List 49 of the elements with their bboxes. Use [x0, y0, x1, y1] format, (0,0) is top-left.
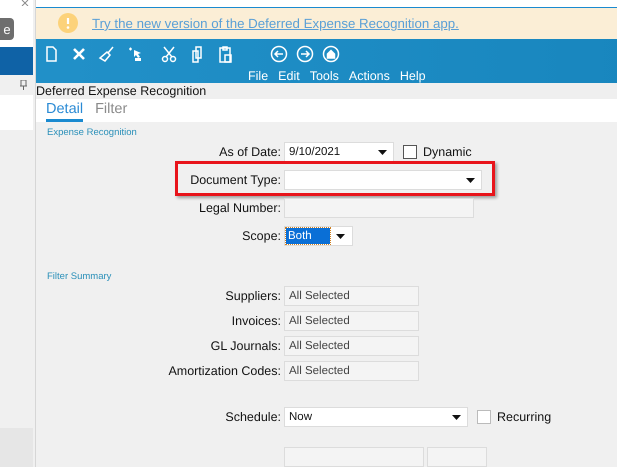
- readonly-field[interactable]: [284, 198, 474, 218]
- cut-icon[interactable]: [160, 44, 178, 63]
- readonly-field[interactable]: All Selected: [284, 311, 419, 332]
- close-icon[interactable]: [21, 0, 29, 6]
- menu-item[interactable]: Edit: [278, 68, 300, 83]
- scope-dropdown[interactable]: Both: [284, 226, 353, 246]
- field-label: Schedule:: [224, 410, 281, 424]
- field-label: Scope:: [241, 229, 281, 244]
- menu-item[interactable]: Tools: [310, 68, 339, 83]
- broom-icon[interactable]: [98, 44, 116, 63]
- field-label: Amortization Codes:: [167, 364, 281, 378]
- checkbox-label: Dynamic: [423, 145, 472, 160]
- menu-item[interactable]: File: [248, 68, 268, 83]
- home-icon[interactable]: [322, 44, 340, 63]
- caret-icon: [336, 234, 345, 239]
- caret-icon: [466, 178, 475, 183]
- time-zone-field[interactable]: [427, 447, 487, 467]
- time-field[interactable]: [284, 447, 424, 467]
- warning-icon: [58, 13, 78, 34]
- checkbox[interactable]: [403, 145, 417, 160]
- caret-icon: [452, 414, 461, 420]
- field-label: Document Type:: [189, 173, 281, 188]
- field-label: Legal Number:: [198, 201, 281, 216]
- forward-icon[interactable]: [296, 44, 314, 63]
- section-title: Expense Recognition: [46, 127, 138, 138]
- sparkle-arrow-icon[interactable]: [126, 44, 144, 63]
- field-label: Invoices:: [230, 314, 281, 328]
- section-title: Filter Summary: [46, 271, 112, 282]
- side-button[interactable]: e: [0, 18, 14, 40]
- readonly-field[interactable]: All Selected: [284, 336, 419, 356]
- caret-icon: [378, 150, 387, 155]
- menu-item[interactable]: Help: [400, 68, 426, 83]
- menu-item[interactable]: Actions: [348, 68, 390, 83]
- field-label: GL Journals:: [210, 339, 281, 354]
- readonly-field[interactable]: All Selected: [284, 286, 419, 306]
- tab[interactable]: Filter: [95, 101, 128, 122]
- new-version-link[interactable]: Try the new version of the Deferred Expense Recognition app.: [92, 16, 459, 31]
- checkbox[interactable]: [477, 410, 491, 424]
- pin-icon[interactable]: [20, 80, 27, 90]
- readonly-field[interactable]: All Selected: [284, 361, 419, 382]
- tab[interactable]: Detail: [46, 101, 84, 122]
- field-label: As of Date:: [218, 145, 281, 160]
- side-bar: [0, 47, 33, 75]
- dropdown-field[interactable]: 9/10/2021: [284, 142, 394, 162]
- back-icon[interactable]: [270, 44, 288, 63]
- checkbox-label: Recurring: [497, 410, 552, 424]
- field-label: Suppliers:: [224, 289, 281, 304]
- dropdown-field[interactable]: Now: [284, 407, 468, 428]
- dropdown-field[interactable]: [284, 170, 482, 190]
